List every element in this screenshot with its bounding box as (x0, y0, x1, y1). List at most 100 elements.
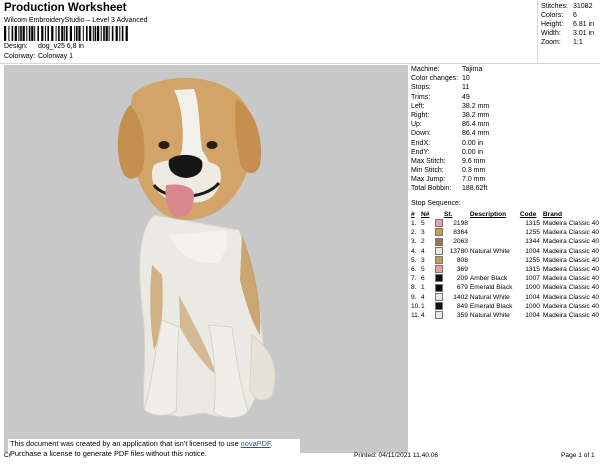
swatch-chip (434, 265, 443, 274)
table-row: 11. 4 359 Natural White 1004 Madeira Classic … (411, 311, 599, 320)
info-row: EndX: 0.00 in (411, 139, 484, 147)
license-notice: This document was created by an applicat… (8, 439, 300, 461)
stop-number: 6. (411, 266, 417, 274)
stop-number: 4. (411, 247, 417, 255)
thread-description: Amber Black (469, 275, 508, 283)
barcode-bar (119, 26, 121, 41)
colorway-line: Colorway: Colorway 1 (4, 53, 73, 60)
table-row: 7. 6 209 Amber Black 1007 Madeira Classic 40 (411, 274, 599, 283)
info-row: EndY: 0.00 in (411, 148, 484, 156)
thread-brand: Madeira Classic 40 (542, 247, 599, 255)
color-swatch (434, 274, 444, 283)
thread-brand: Madeira Classic 40 (542, 266, 599, 274)
stop-sequence: Stop Sequence: # N# St. Description Code… (411, 199, 599, 320)
thread-code: 1315 (525, 266, 540, 274)
barcode-bar (78, 26, 81, 41)
swatch-chip (434, 283, 443, 292)
col-description: Description (469, 211, 507, 218)
col-needle: N# (420, 211, 430, 218)
barcode-bar (108, 26, 110, 41)
info-row: Min Stitch: 0.3 mm (411, 167, 486, 175)
stop-number: 8. (411, 284, 417, 292)
barcode-bar (69, 26, 72, 41)
info-row: Machine: Tajima (411, 66, 483, 73)
color-swatch (434, 228, 444, 237)
stop-sequence-table: # N# St. Description Code Brand 1. 5 2198 1… (411, 210, 599, 320)
design-preview (4, 65, 408, 453)
needle-number: 6 (420, 275, 425, 283)
barcode-bar (97, 26, 100, 41)
info-row: Right: 38.2 mm (411, 111, 490, 119)
stat-row: Colors: 6 (541, 12, 577, 19)
swatch-chip (434, 237, 443, 246)
barcode-bar (28, 26, 31, 41)
barcode-bar (55, 26, 57, 41)
thread-description (470, 219, 520, 228)
page-number: Page 1 of 1 (561, 452, 595, 459)
stitch-count: 209 (456, 275, 468, 283)
barcode-bar (11, 26, 14, 41)
barcode-bar (34, 26, 36, 41)
table-header-row: # N# St. Description Code Brand (411, 210, 599, 219)
thread-description (470, 228, 520, 237)
barcode-bar (4, 26, 7, 41)
table-row: 5. 3 808 1255 Madeira Classic 40 (411, 256, 599, 265)
barcode-bar (103, 26, 105, 41)
stitch-count: 2063 (453, 238, 468, 246)
thread-code: 1004 (525, 247, 540, 255)
stop-sequence-heading: Stop Sequence: (411, 200, 461, 207)
thread-code: 1255 (525, 229, 540, 237)
stop-number: 9. (411, 293, 417, 301)
stop-number: 3. (411, 238, 417, 246)
color-swatch (434, 283, 444, 292)
info-row: Down: 86.4 mm (411, 130, 490, 138)
stitch-count: 8364 (453, 229, 468, 237)
thread-code: 1004 (525, 312, 540, 320)
color-swatch (434, 302, 444, 311)
info-row: Max Jump: 7.0 mm (411, 176, 486, 184)
swatch-chip (434, 302, 443, 311)
stitch-count: 13780 (449, 247, 468, 255)
thread-code: 1315 (525, 220, 540, 227)
barcode-bar (115, 26, 118, 41)
thread-description: Natural White (469, 312, 510, 320)
needle-number: 3 (420, 256, 425, 264)
novapdf-link[interactable]: novaPDF (241, 439, 271, 448)
stitch-count: 369 (456, 266, 468, 274)
barcode-bar (37, 26, 39, 41)
barcode-bar (100, 26, 102, 41)
swatch-chip (434, 256, 443, 265)
color-swatch (434, 292, 444, 302)
info-row: Trims: 49 (411, 93, 470, 101)
needle-number: 3 (420, 229, 425, 237)
info-row: Total Bobbin: 188.62ft (411, 185, 488, 193)
stat-row: Width: 3.01 in (541, 30, 595, 37)
table-row: 4. 4 13780 Natural White 1004 Madeira Classic… (411, 246, 599, 256)
col-brand: Brand (542, 211, 562, 218)
thread-description (470, 256, 520, 265)
barcode-bar (31, 26, 34, 41)
stop-number: 7. (411, 275, 417, 283)
needle-number: 1 (420, 302, 425, 310)
thread-brand: Madeira Classic 40 (542, 284, 599, 292)
barcode-bar (105, 26, 108, 41)
color-swatch (434, 219, 444, 228)
barcode (4, 26, 128, 41)
thread-brand: Madeira Classic 40 (542, 256, 599, 264)
swatch-chip (434, 246, 443, 255)
printed-timestamp: Printed: 04/11/2021 11.40.06 (354, 452, 439, 459)
summary-stats: Stitches: 31082 Colors: 6 Height: 6.81 in W… (541, 2, 599, 47)
thread-code: 1004 (525, 293, 540, 301)
table-row: 10. 1 849 Emerald Black 1000 Madeira Classic … (411, 302, 599, 311)
license-notice-line2: Purchase a license to generate PDF files… (10, 449, 207, 458)
thread-brand: Madeira Classic 40 (542, 293, 599, 301)
thread-code: 1000 (525, 302, 540, 310)
col-stitches: St. (443, 211, 453, 218)
colorway-label: Colorway: (4, 53, 36, 60)
barcode-bar (51, 26, 54, 41)
color-swatch (434, 237, 444, 246)
thread-description: Natural White (469, 293, 510, 301)
thread-description (470, 237, 520, 246)
color-swatch (434, 246, 444, 256)
color-swatch (434, 311, 444, 320)
